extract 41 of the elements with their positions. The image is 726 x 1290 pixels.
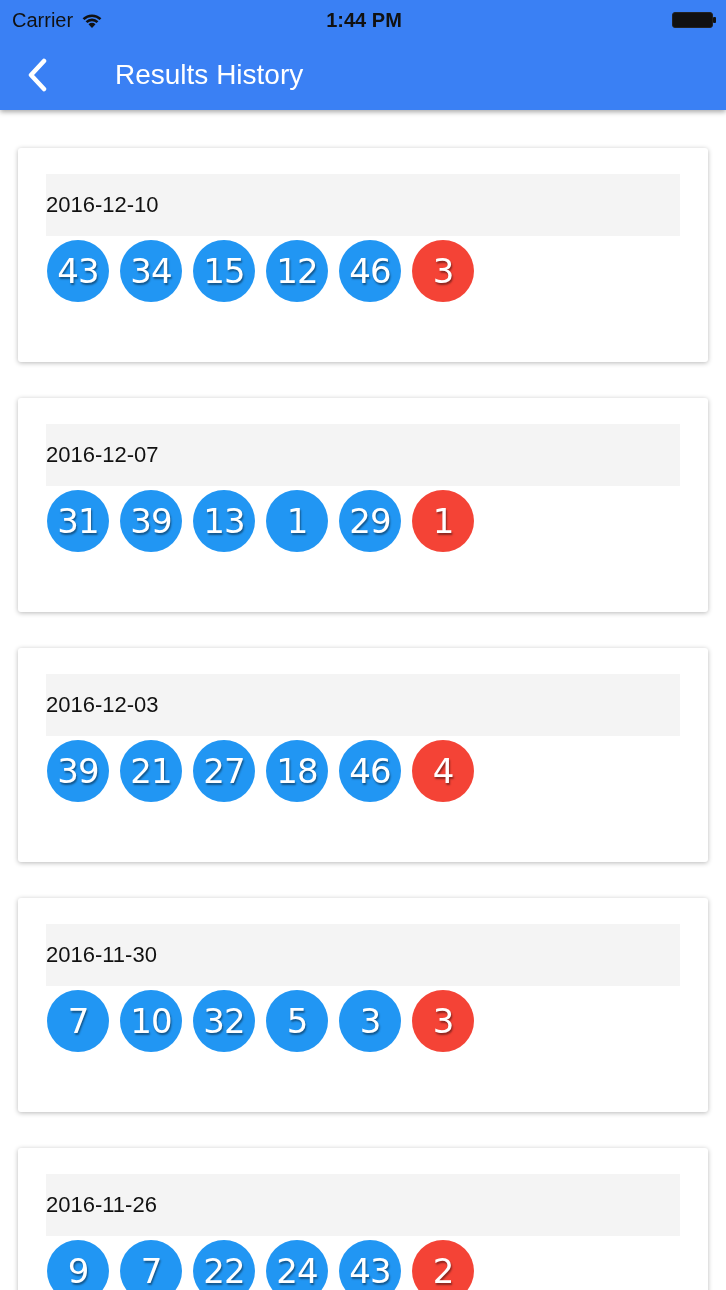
number-ball: 43 xyxy=(47,240,109,302)
number-ball: 9 xyxy=(47,1240,109,1290)
draw-date: 2016-12-03 xyxy=(46,674,680,736)
number-ball: 12 xyxy=(266,240,328,302)
battery-icon xyxy=(672,12,716,28)
number-ball: 34 xyxy=(120,240,182,302)
number-ball: 2 xyxy=(412,1240,474,1290)
number-ball: 27 xyxy=(193,740,255,802)
number-ball: 39 xyxy=(120,490,182,552)
number-ball: 32 xyxy=(193,990,255,1052)
number-ball: 10 xyxy=(120,990,182,1052)
number-ball: 24 xyxy=(266,1240,328,1290)
number-ball: 39 xyxy=(47,740,109,802)
number-ball: 13 xyxy=(193,490,255,552)
page-title: Results History xyxy=(115,58,304,92)
number-ball: 5 xyxy=(266,990,328,1052)
number-ball: 3 xyxy=(412,240,474,302)
draw-date: 2016-11-26 xyxy=(46,1174,680,1236)
number-ball: 3 xyxy=(339,990,401,1052)
carrier-label: Carrier xyxy=(12,8,74,32)
number-ball: 7 xyxy=(47,990,109,1052)
number-ball: 31 xyxy=(47,490,109,552)
number-ball: 1 xyxy=(412,490,474,552)
number-ball: 4 xyxy=(412,740,474,802)
clock-time: 1:44 PM xyxy=(326,8,402,32)
draw-date: 2016-12-07 xyxy=(46,424,680,486)
number-ball: 7 xyxy=(120,1240,182,1290)
number-ball: 21 xyxy=(120,740,182,802)
number-ball: 22 xyxy=(193,1240,255,1290)
wifi-icon xyxy=(81,12,104,28)
chevron-left-icon xyxy=(26,58,48,92)
draw-date: 2016-12-10 xyxy=(46,174,680,236)
number-ball: 46 xyxy=(339,240,401,302)
number-ball: 29 xyxy=(339,490,401,552)
number-ball: 43 xyxy=(339,1240,401,1290)
number-ball: 15 xyxy=(193,240,255,302)
number-ball: 18 xyxy=(266,740,328,802)
number-ball: 3 xyxy=(412,990,474,1052)
number-ball: 1 xyxy=(266,490,328,552)
number-ball: 46 xyxy=(339,740,401,802)
draw-date: 2016-11-30 xyxy=(46,924,680,986)
